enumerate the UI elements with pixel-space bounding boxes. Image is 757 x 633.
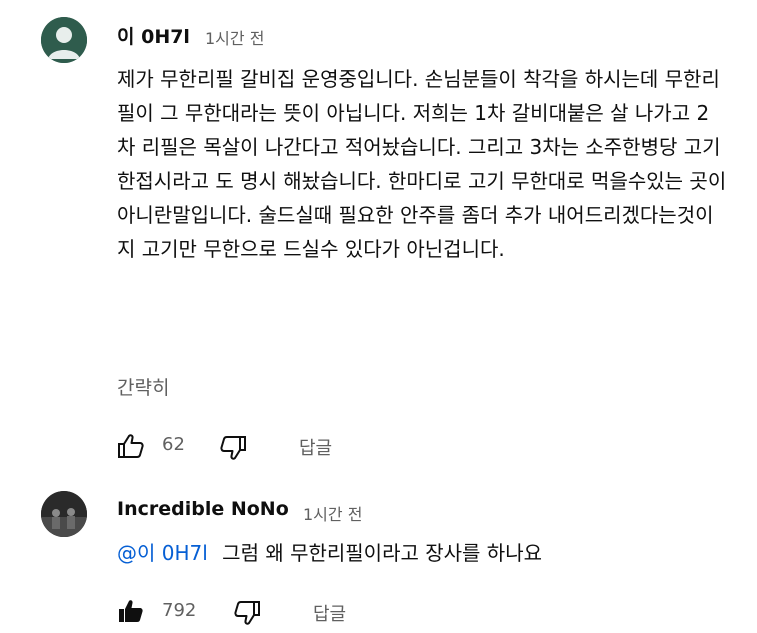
like-button[interactable]	[117, 598, 145, 628]
reply-body: 그럼 왜 무한리필이라고 장사를 하나요	[222, 541, 543, 565]
thumbs-down-outline-icon	[234, 601, 260, 625]
reply-button[interactable]: 답글	[313, 600, 346, 626]
avatar[interactable]	[41, 491, 87, 537]
comment-time[interactable]: 1시간 전	[205, 25, 264, 49]
show-less-button[interactable]: 간략히	[117, 373, 169, 400]
comment-author[interactable]: 이 0H7l	[117, 22, 190, 49]
dislike-button[interactable]	[233, 600, 261, 630]
like-button[interactable]	[117, 433, 145, 463]
like-count: 62	[162, 434, 185, 455]
mention-link[interactable]: @이 0H7l	[117, 541, 208, 565]
comment-time[interactable]: 1시간 전	[303, 501, 362, 525]
like-count: 792	[162, 600, 197, 621]
comment-text: @이 0H7l 그럼 왜 무한리필이라고 장사를 하나요	[117, 537, 542, 566]
comment-text: 제가 무한리필 갈비집 운영중입니다. 손님분들이 착각을 하시는데 무한리필이…	[117, 67, 727, 261]
thumbs-down-outline-icon	[220, 436, 246, 460]
comment-author[interactable]: Incredible NoNo	[117, 498, 289, 520]
thumbs-up-filled-icon	[119, 600, 143, 622]
reply-button[interactable]: 답글	[299, 434, 332, 460]
default-avatar-icon	[41, 17, 87, 63]
user-avatar-icon	[41, 491, 87, 537]
thumbs-up-outline-icon	[118, 434, 144, 458]
dislike-button[interactable]	[219, 435, 247, 465]
avatar[interactable]	[41, 17, 87, 63]
